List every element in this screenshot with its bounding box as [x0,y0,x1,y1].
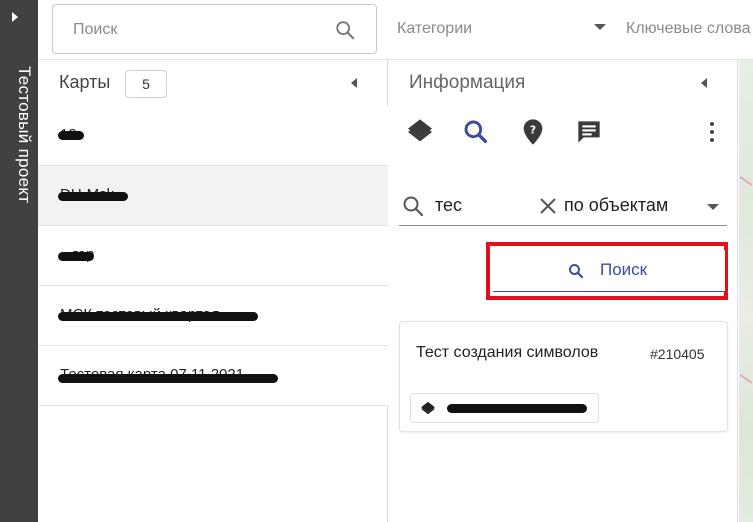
layers-icon [419,400,437,423]
maps-header: Карты 5 [38,60,388,106]
collapse-arrow-icon[interactable] [351,78,357,88]
maps-title: Карты [59,72,111,92]
svg-text:?: ? [530,123,536,136]
global-search-input[interactable]: Поиск [52,4,377,54]
map-view[interactable] [739,60,753,522]
map-list-item[interactable]: Тестовая карта 07.11.2021 [38,346,388,406]
map-list-item[interactable]: 12 [38,106,388,166]
place-icon[interactable]: ? [517,116,549,148]
search-icon[interactable] [460,116,492,148]
close-icon[interactable] [538,196,558,221]
layer-chip[interactable] [410,393,599,423]
layers-icon[interactable] [404,116,436,148]
object-search-field[interactable]: тес по объектам [399,186,727,226]
categories-select[interactable]: Категории [397,20,472,38]
expand-arrow-icon[interactable] [12,12,18,22]
redaction-mark [447,404,587,413]
search-icon [401,194,425,223]
redaction-mark [58,252,94,261]
redaction-mark [58,192,128,201]
collapse-arrow-icon[interactable] [701,78,707,88]
result-id: #210405 [650,346,705,362]
map-road [739,176,753,186]
maps-panel: Карты 5 12 DH-Msk ...гор МСК тестовый кв… [38,60,388,522]
map-list-item[interactable]: ...гор [38,226,388,286]
chevron-down-icon[interactable] [707,204,719,210]
info-title: Информация [409,72,526,93]
redaction-mark [58,131,84,140]
keywords-select[interactable]: Ключевые слова [626,20,751,38]
search-query-input[interactable]: тес [435,195,462,216]
search-button[interactable]: Поиск [493,250,725,292]
map-list-item[interactable]: DH-Msk [38,166,388,226]
search-placeholder: Поиск [73,21,118,38]
redaction-mark [58,374,278,383]
search-button-label: Поиск [600,260,648,279]
top-bar: Поиск Категории Ключевые слова [38,0,753,60]
project-title[interactable]: Тестовый проект [4,66,34,236]
more-vert-icon[interactable] [709,122,715,144]
result-title: Тест создания символов [416,344,599,361]
comment-icon[interactable] [573,116,605,148]
result-card[interactable]: Тест создания символов #210405 [399,321,728,432]
project-rail: Тестовый проект [0,0,38,522]
maps-count-badge: 5 [125,70,167,98]
search-icon[interactable] [334,19,356,46]
search-mode-select[interactable]: по объектам [564,195,668,216]
chevron-down-icon[interactable] [594,24,606,30]
info-panel: Информация ? тес по объектам Поиск Тест … [389,60,738,522]
map-list-item[interactable]: МСК тестовый квартал [38,286,388,346]
redaction-mark [58,312,258,321]
map-road [739,374,753,384]
search-icon [567,262,585,285]
